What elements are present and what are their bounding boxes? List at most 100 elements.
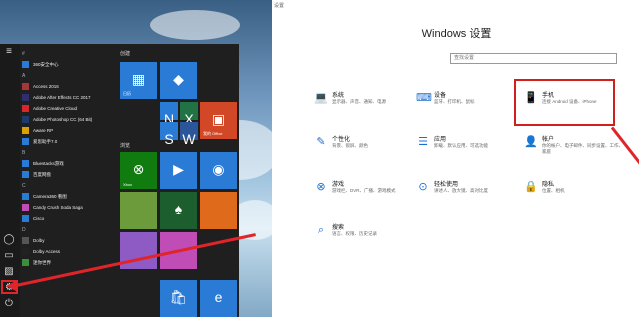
skype-tile[interactable]: S xyxy=(160,122,178,147)
cloud xyxy=(150,10,240,40)
app-list-item[interactable]: Camera360 看图 xyxy=(22,191,114,202)
group-label: 创建 xyxy=(120,51,131,57)
app-label: A xyxy=(22,72,26,79)
app-list-item[interactable]: Adobe Creative Cloud xyxy=(22,103,114,114)
app-list-letter[interactable]: C xyxy=(22,180,114,191)
app-list-letter[interactable]: D xyxy=(22,224,114,235)
app-list: #360安全中心 A Access 2016 Adobe After Effects … xyxy=(22,48,114,268)
app-list-letter[interactable]: B xyxy=(22,147,114,158)
start-menu: ≡ ◯ ▭ ▨ ⚙ ⏻ #360安全中心 A Access 2016 Adobe Af… xyxy=(0,44,239,317)
tile-label: Xbox xyxy=(123,182,133,187)
office-tile[interactable]: ▣ 我的 Office xyxy=(200,102,237,139)
group-label: 浏览 xyxy=(120,143,131,149)
category-name: 隐私 xyxy=(542,182,555,188)
category-description: 显示器、声音、通知、电源 xyxy=(332,99,386,104)
excel-tile[interactable]: X xyxy=(180,102,198,127)
settings-category[interactable]: ⊙ 轻松使用 讲述人、放大镜、高对比度 xyxy=(416,178,514,208)
skype-icon: S xyxy=(164,131,174,147)
category-name: 系统 xyxy=(332,93,345,99)
app-icon xyxy=(22,248,29,255)
edge-icon: e xyxy=(214,289,223,305)
tiles-area: 创建 浏览 ▦ 日历 ◆ ▣ 我的 Office N S X W ⊗ Xbox ▶ ◉ ♠ 🛍 e xyxy=(118,44,239,317)
search-icon: ⌕ xyxy=(317,224,325,236)
app-label: 爱思助手7.0 xyxy=(33,138,58,144)
sunrise-tile[interactable] xyxy=(200,192,237,229)
app-list-letter[interactable]: A xyxy=(22,70,114,81)
tile-label: 我的 Office xyxy=(203,131,223,136)
minecraft-tile[interactable] xyxy=(120,192,157,229)
paint3d-icon: ◆ xyxy=(173,71,184,87)
app-list-item[interactable]: Cisco xyxy=(22,213,114,224)
settings-window: 设置 Windows 设置 查找设置 💻 系统 显示器、声音、通知、电源 ⌨ 设备 蓝牙、… xyxy=(274,0,639,317)
app-list-item[interactable]: Candy Crush Soda Saga xyxy=(22,202,114,213)
category-description: 位置、相机 xyxy=(542,188,565,193)
user-icon[interactable]: ◯ xyxy=(3,234,15,246)
app-label: Adobe Creative Cloud xyxy=(33,106,78,111)
store-tile[interactable]: 🛍 xyxy=(160,280,197,317)
documents-icon[interactable]: ▭ xyxy=(3,250,15,262)
xbox-tile[interactable]: ⊗ Xbox xyxy=(120,152,157,189)
ease-of-access-icon: ⊙ xyxy=(418,181,428,193)
edge-tile[interactable]: e xyxy=(200,280,237,317)
app-list-item[interactable]: 百度网盘 xyxy=(22,169,114,180)
settings-category[interactable]: ⌨ 设备 蓝牙、打印机、鼠标 xyxy=(416,89,514,119)
app-list-item[interactable]: Aware RP xyxy=(22,125,114,136)
category-name: 轻松使用 xyxy=(434,182,459,188)
solitaire-tile[interactable]: ♠ xyxy=(160,192,197,229)
category-description: 背景、锁屏、颜色 xyxy=(332,143,368,148)
app-icon xyxy=(22,138,29,145)
pictures-icon[interactable]: ▨ xyxy=(3,266,15,278)
app-list-item[interactable]: 360安全中心 xyxy=(22,59,114,70)
store-icon: 🛍 xyxy=(169,289,188,305)
app-label: 360安全中心 xyxy=(33,61,59,67)
settings-category[interactable]: 👤 帐户 你的帐户、电子邮件、同步设置、工作、家庭 xyxy=(524,133,623,163)
category-name: 个性化 xyxy=(332,137,351,143)
category-description: 游戏栏、DVR、广播、游戏模式 xyxy=(332,188,396,193)
settings-category[interactable]: ✎ 个性化 背景、锁屏、颜色 xyxy=(314,133,412,163)
settings-category[interactable]: 💻 系统 显示器、声音、通知、电源 xyxy=(314,89,412,119)
settings-category[interactable]: 🔒 隐私 位置、相机 xyxy=(524,178,622,208)
app-list-item[interactable]: 爱思助手7.0 xyxy=(22,136,114,147)
app-label: Adobe Photoshop CC (64 Bit) xyxy=(33,117,93,122)
app-list-item[interactable]: Adobe Photoshop CC (64 Bit) xyxy=(22,114,114,125)
category-name: 帐户 xyxy=(542,137,555,143)
category-description: 讲述人、放大镜、高对比度 xyxy=(434,188,488,193)
groove-tile[interactable]: ◉ xyxy=(200,152,237,189)
app-label: Bluestacks游戏 xyxy=(33,160,64,166)
hamburger-icon[interactable]: ≡ xyxy=(3,46,15,58)
settings-category[interactable]: ☰ 应用 卸载、默认应用、可选功能 xyxy=(416,133,514,163)
app-icon xyxy=(22,237,29,244)
app-list-item[interactable]: Dolby xyxy=(22,235,114,246)
settings-category[interactable]: ⊗ 游戏 游戏栏、DVR、广播、游戏模式 xyxy=(314,178,412,208)
app-list-item[interactable]: Dolby Access xyxy=(22,246,114,257)
app-list-item[interactable]: Bluestacks游戏 xyxy=(22,158,114,169)
app-label: Dolby Access xyxy=(33,249,61,254)
app-icon xyxy=(22,94,29,101)
app-list-item[interactable]: Access 2016 xyxy=(22,81,114,92)
window-title: 设置 xyxy=(274,3,285,9)
category-description: 语言、权限、历史记录 xyxy=(332,231,377,236)
paint3d-tile[interactable]: ◆ xyxy=(160,62,197,99)
solitaire-icon: ♠ xyxy=(174,201,183,217)
onenote-tile[interactable]: N xyxy=(160,102,178,127)
settings-category[interactable]: ⌕ 搜索 语言、权限、历史记录 xyxy=(314,221,412,251)
app-icon xyxy=(22,171,29,178)
word-tile[interactable]: W xyxy=(180,122,198,147)
calendar-tile[interactable]: ▦ 日历 xyxy=(120,62,157,99)
app-list-item[interactable]: Adobe After Effects CC 2017 xyxy=(22,92,114,103)
app-label: # xyxy=(22,50,25,57)
power-icon[interactable]: ⏻ xyxy=(3,298,15,310)
movies-tile[interactable]: ▶ xyxy=(160,152,197,189)
app-icon xyxy=(22,193,29,200)
app-label: Access 2016 xyxy=(33,84,59,89)
category-name: 应用 xyxy=(434,137,447,143)
settings-title: Windows 设置 xyxy=(421,28,492,40)
app-label: 百度网盘 xyxy=(33,171,51,177)
category-description: 卸载、默认应用、可选功能 xyxy=(434,143,488,148)
office-icon: ▣ xyxy=(211,111,226,127)
app-list-letter[interactable]: # xyxy=(22,48,114,59)
app-icon xyxy=(22,61,29,68)
category-name: 游戏 xyxy=(332,182,345,188)
app-label: C xyxy=(22,182,26,189)
search-input[interactable]: 查找设置 xyxy=(450,53,617,64)
